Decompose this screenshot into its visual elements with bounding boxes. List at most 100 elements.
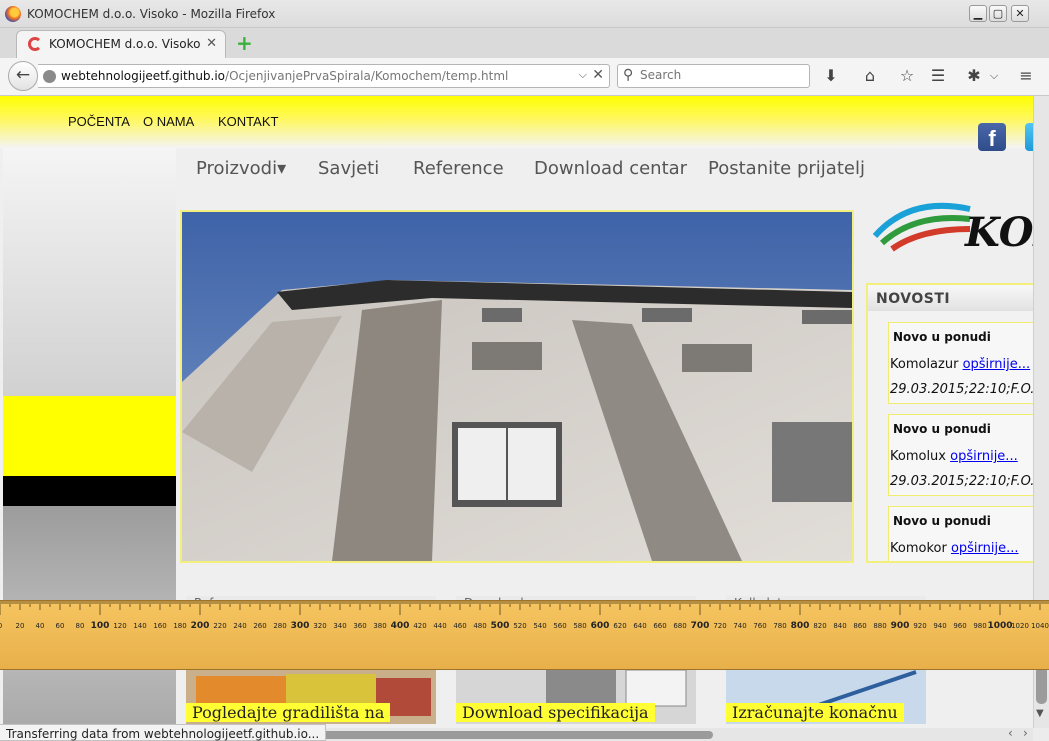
facebook-icon[interactable]: f (978, 123, 1006, 151)
promo-caption: Pogledajte gradilišta na (186, 703, 391, 722)
news-more-link[interactable]: opširnije... (963, 357, 1031, 372)
ruler-label: 980 (973, 622, 986, 630)
ruler-label: 900 (891, 621, 910, 631)
ruler-label: 340 (333, 622, 346, 630)
news-item-date: 29.03.2015;22:10;F.O. (890, 382, 1033, 397)
bookmark-star-icon[interactable]: ☆ (897, 66, 917, 86)
ruler-label: 620 (613, 622, 626, 630)
ruler-label: 1040 (1031, 622, 1049, 630)
home-icon[interactable]: ⌂ (860, 66, 880, 86)
ruler-label: 840 (833, 622, 846, 630)
horizontal-scroll-thumb[interactable] (313, 731, 713, 739)
ruler-label: 300 (291, 621, 310, 631)
back-button[interactable]: ← (8, 61, 38, 91)
news-item-date: 29.03.2015;22:10;F.O. (890, 474, 1033, 489)
ruler-label: 120 (113, 622, 126, 630)
ruler-label: 500 (491, 621, 510, 631)
news-item-title: Novo u ponudi (893, 422, 991, 436)
news-heading: NOVOSTI (868, 285, 1033, 311)
news-more-link[interactable]: opširnije... (951, 541, 1019, 556)
news-product-name: Komolazur (890, 357, 959, 372)
ruler-label: 940 (933, 622, 946, 630)
ruler-label: 40 (36, 622, 45, 630)
browser-tab[interactable]: KOMOCHEM d.o.o. Visoko ✕ (16, 30, 226, 58)
ruler-label: 200 (191, 621, 210, 631)
maximize-button[interactable]: ▢ (989, 5, 1007, 22)
url-host: webtehnologijeetf.github.io (61, 69, 226, 83)
tab-bar: KOMOCHEM d.o.o. Visoko ✕ + (0, 28, 1049, 58)
url-text[interactable]: webtehnologijeetf.github.io/Ocjenjivanje… (61, 69, 508, 83)
vertical-scroll-thumb[interactable] (1036, 666, 1047, 704)
scroll-left-icon[interactable]: ‹ (1008, 726, 1013, 740)
topnav-o-nama[interactable]: O NAMA (143, 114, 194, 129)
address-bar[interactable]: webtehnologijeetf.github.io/Ocjenjivanje… (38, 64, 610, 88)
promo-caption: Izračunajte konačnu (726, 703, 904, 722)
close-tab-icon[interactable]: ✕ (206, 36, 217, 51)
mainnav-postanite-prijatelj[interactable]: Postanite prijatelj (708, 158, 865, 179)
reading-list-icon[interactable]: ☰ (928, 66, 948, 86)
news-item-product: Komolux opširnije... (890, 449, 1018, 464)
history-dropdown-icon[interactable]: ⌵ (579, 68, 587, 82)
hero-image (180, 210, 854, 563)
extensions-icon[interactable]: ✱ (964, 66, 984, 86)
search-input[interactable] (640, 68, 800, 82)
ruler-label: 600 (591, 621, 610, 631)
ruler-label: 420 (413, 622, 426, 630)
ruler-label: 360 (353, 622, 366, 630)
news-item-title: Novo u ponudi (893, 514, 991, 528)
ruler-label: 880 (873, 622, 886, 630)
menu-icon[interactable]: ≡ (1016, 66, 1036, 86)
sidebar-yellow-block (3, 396, 176, 476)
ruler-label: 80 (76, 622, 85, 630)
logo-text: KOM (964, 209, 1033, 256)
ruler-label: 480 (473, 622, 486, 630)
mainnav-savjeti[interactable]: Savjeti (318, 158, 379, 179)
twitter-icon[interactable] (1025, 123, 1033, 151)
news-item-product: Komokor opširnije... (890, 541, 1019, 556)
ruler-label: 240 (233, 622, 246, 630)
ruler-label: 460 (453, 622, 466, 630)
search-box[interactable]: ⚲ (617, 64, 810, 88)
news-panel: NOVOSTI Novo u ponudi Komolazur opširnij… (866, 283, 1033, 563)
ruler-label: 640 (633, 622, 646, 630)
ruler-label: 0 (0, 622, 2, 630)
dropdown-arrow-icon: ▾ (277, 158, 287, 179)
extensions-dropdown-icon[interactable]: ⌵ (984, 66, 1004, 86)
ruler-label: 700 (691, 621, 710, 631)
ruler-label: 720 (713, 622, 726, 630)
status-bar: Transferring data from webtehnologijeetf… (0, 724, 327, 741)
horizontal-scrollbar[interactable]: ‹ › (313, 726, 1033, 741)
loading-icon (28, 37, 42, 51)
mainnav-proizvodi-label: Proizvodi (196, 158, 278, 179)
topnav-pocenta[interactable]: POČENTA (68, 114, 130, 129)
mainnav-download-centar[interactable]: Download centar (534, 158, 687, 179)
ruler-label: 660 (653, 622, 666, 630)
window-title: KOMOCHEM d.o.o. Visoko - Mozilla Firefox (27, 7, 276, 21)
ruler-label: 280 (273, 622, 286, 630)
url-path: /OcjenjivanjePrvaSpirala/Komochem/temp.h… (225, 69, 509, 83)
ruler-label: 20 (16, 622, 25, 630)
ruler-label: 260 (253, 622, 266, 630)
ruler-label: 920 (913, 622, 926, 630)
ruler-label: 860 (853, 622, 866, 630)
mainnav-reference[interactable]: Reference (413, 158, 504, 179)
new-tab-button[interactable]: + (236, 31, 253, 55)
mainnav-proizvodi[interactable]: Proizvodi▾ (196, 158, 286, 179)
ruler-label: 680 (673, 622, 686, 630)
close-window-button[interactable]: ✕ (1011, 5, 1029, 22)
ruler-label: 180 (173, 622, 186, 630)
ruler-label: 380 (373, 622, 386, 630)
scroll-right-icon[interactable]: › (1023, 726, 1028, 740)
topnav-kontakt[interactable]: KONTAKT (218, 114, 278, 129)
minimize-button[interactable]: ▁ (969, 5, 987, 22)
stop-icon[interactable]: ✕ (592, 67, 604, 83)
ruler-label: 440 (433, 622, 446, 630)
news-item-product: Komolazur opširnije... (890, 357, 1030, 372)
navigation-toolbar: webtehnologijeetf.github.io/Ocjenjivanje… (0, 58, 1049, 96)
news-more-link[interactable]: opširnije... (950, 449, 1018, 464)
ruler-label: 800 (791, 621, 810, 631)
scroll-down-icon[interactable]: ▼ (1036, 708, 1044, 719)
screen-ruler[interactable]: 100 200 300 400 500 600 700 800 900 1000 0 20 40 60 80… (0, 600, 1049, 670)
firefox-logo-icon (5, 6, 21, 22)
download-icon[interactable]: ⬇ (821, 66, 841, 86)
